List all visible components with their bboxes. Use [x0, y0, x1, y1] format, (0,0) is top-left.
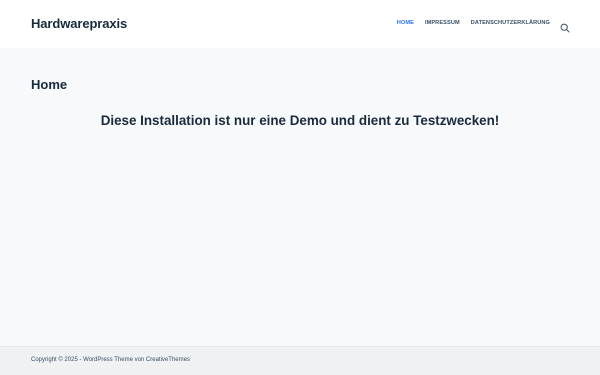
- main-navigation: HOME IMPRESSUM DATENSCHUTZERKLÄRUNG: [397, 20, 550, 26]
- site-title-link[interactable]: Hardwarepraxis: [31, 16, 127, 31]
- main-content: Home Diese Installation ist nur eine Dem…: [0, 48, 600, 346]
- copyright-text: Copyright © 2025 - WordPress Theme von C…: [31, 357, 190, 363]
- site-header: Hardwarepraxis HOME IMPRESSUM DATENSCHUT…: [0, 0, 600, 48]
- nav-item-datenschutz[interactable]: DATENSCHUTZERKLÄRUNG: [471, 20, 550, 26]
- nav-item-impressum[interactable]: IMPRESSUM: [425, 20, 460, 26]
- nav-item-home[interactable]: HOME: [397, 20, 414, 26]
- demo-notice-text: Diese Installation ist nur eine Demo und…: [100, 113, 500, 128]
- site-footer: Copyright © 2025 - WordPress Theme von C…: [0, 346, 600, 375]
- page-title: Home: [31, 77, 68, 92]
- search-icon[interactable]: [560, 20, 570, 33]
